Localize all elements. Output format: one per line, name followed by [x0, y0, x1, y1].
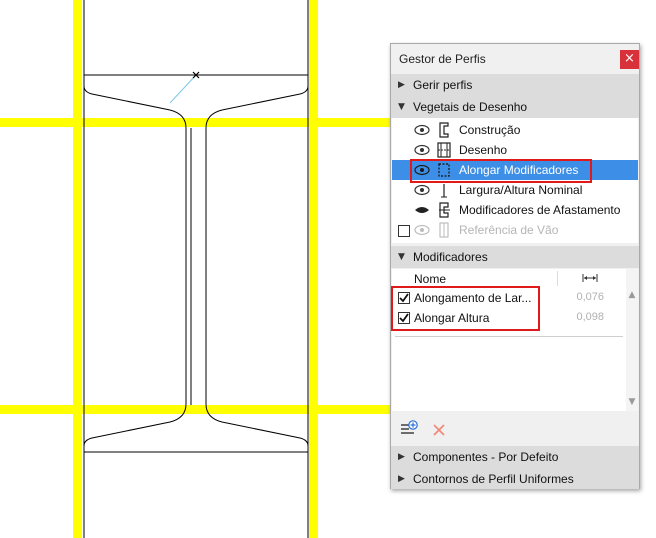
delete-modifier-icon[interactable]: [432, 423, 446, 437]
section-header-components[interactable]: ▶ Componentes - Por Defeito: [391, 446, 639, 468]
layer-row-construction[interactable]: Construção: [392, 120, 638, 140]
chevron-down-icon: ▼: [398, 252, 405, 262]
scroll-down-icon[interactable]: ▼: [626, 397, 638, 407]
stretch-guide-line: [169, 74, 197, 104]
layer-label: Largura/Altura Nominal: [459, 183, 583, 197]
panel-titlebar[interactable]: Gestor de Perfis ×: [391, 44, 639, 72]
section-label: Vegetais de Desenho: [413, 100, 528, 114]
modifiers-toolbar: [392, 411, 638, 445]
eye-closed-icon[interactable]: [414, 204, 430, 216]
panel-title: Gestor de Perfis: [399, 52, 486, 66]
section-label: Gerir perfis: [413, 78, 473, 92]
grid-line-horizontal-bottom[interactable]: [0, 405, 392, 414]
modifier-value[interactable]: 0,098: [560, 311, 604, 323]
layer-label: Referência de Vão: [459, 223, 559, 237]
column-divider[interactable]: [557, 271, 558, 286]
layer-checkbox[interactable]: [398, 225, 410, 237]
eye-icon[interactable]: [414, 184, 430, 196]
drawing-icon: [437, 142, 451, 158]
offset-modifiers-icon: [439, 202, 450, 218]
chevron-right-icon: ▶: [398, 80, 405, 90]
span-reference-icon: [439, 222, 449, 238]
modifiers-scrollbar[interactable]: ▲ ▼: [626, 269, 638, 411]
grid-line-vertical-right[interactable]: [309, 0, 318, 538]
scroll-up-icon[interactable]: ▲: [626, 290, 638, 300]
layer-row-offset-modifiers[interactable]: Modificadores de Afastamento: [392, 200, 638, 220]
layer-label: Construção: [459, 123, 521, 137]
eye-icon[interactable]: [414, 124, 430, 136]
section-header-drawing-layers[interactable]: ▼ Vegetais de Desenho: [391, 96, 639, 118]
grid-line-vertical-left[interactable]: [73, 0, 82, 538]
highlight-modifier-rows: [391, 286, 540, 331]
section-header-contours[interactable]: ▶ Contornos de Perfil Uniformes: [391, 468, 639, 489]
i-beam-profile[interactable]: [83, 74, 309, 453]
nominal-size-icon: [441, 181, 453, 198]
column-header-name[interactable]: Nome: [414, 272, 446, 286]
layer-row-nominal-size[interactable]: Largura/Altura Nominal: [392, 180, 638, 200]
chevron-down-icon: ▼: [398, 102, 405, 112]
modifier-value[interactable]: 0,076: [560, 291, 604, 303]
chevron-right-icon: ▶: [398, 452, 405, 462]
table-divider: [395, 336, 623, 337]
highlight-selected-layer: [410, 159, 592, 183]
add-modifier-icon[interactable]: [400, 420, 418, 437]
section-header-manage-profiles[interactable]: ▶ Gerir perfis: [391, 74, 639, 96]
layer-row-drawing[interactable]: Desenho: [392, 140, 638, 160]
width-arrows-icon[interactable]: [582, 274, 598, 282]
section-label: Contornos de Perfil Uniformes: [413, 472, 574, 486]
grid-line-horizontal-top[interactable]: [0, 118, 392, 127]
profile-manager-panel: Gestor de Perfis × ▶ Gerir perfis ▼ Vege…: [390, 43, 640, 489]
section-label: Componentes - Por Defeito: [413, 450, 559, 464]
section-header-modifiers[interactable]: ▼ Modificadores: [391, 246, 639, 268]
modifiers-table-header: Nome: [392, 269, 626, 287]
layer-label: Desenho: [459, 143, 508, 157]
close-button[interactable]: ×: [620, 50, 639, 69]
layer-row-span-reference[interactable]: Referência de Vão: [392, 220, 638, 240]
chevron-right-icon: ▶: [398, 474, 405, 484]
layer-label: Modificadores de Afastamento: [459, 203, 621, 217]
section-label: Modificadores: [413, 250, 488, 264]
eye-icon[interactable]: [414, 224, 430, 236]
construction-icon: [439, 122, 449, 138]
eye-icon[interactable]: [414, 144, 430, 156]
